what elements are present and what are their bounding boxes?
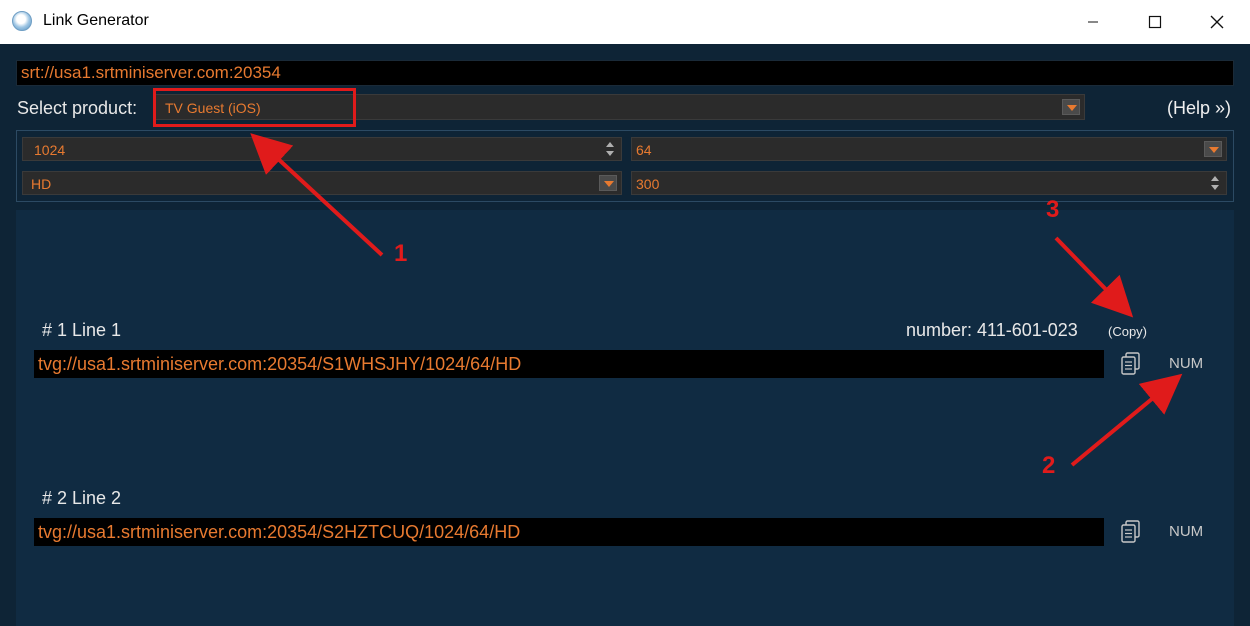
param-spinbox-2[interactable]: 300 — [631, 171, 1227, 195]
annotation-highlight-box — [153, 88, 356, 127]
minimize-button[interactable] — [1062, 0, 1124, 44]
annotation-number-3: 3 — [1046, 196, 1060, 223]
chevron-down-icon[interactable] — [1062, 99, 1080, 115]
copy-icon[interactable] — [1120, 352, 1142, 376]
line-1-url-field[interactable]: tvg://usa1.srtminiserver.com:20354/S1WHS… — [34, 350, 1104, 378]
maximize-button[interactable] — [1124, 0, 1186, 44]
annotation-number-1: 1 — [394, 240, 408, 267]
line-2-num-button[interactable]: NUM — [1169, 523, 1203, 540]
line-2-url-field[interactable]: tvg://usa1.srtminiserver.com:20354/S2HZT… — [34, 518, 1104, 546]
chevron-down-icon[interactable] — [599, 175, 617, 191]
links-panel — [16, 210, 1234, 626]
line-1-url: tvg://usa1.srtminiserver.com:20354/S1WHS… — [38, 354, 522, 374]
server-address-field[interactable]: srt://usa1.srtminiserver.com:20354 — [16, 60, 1234, 86]
bitrate-spinbox[interactable]: 1024 — [22, 137, 622, 161]
quality-select-value: HD — [31, 176, 52, 192]
spinner-arrows-icon[interactable] — [603, 140, 617, 158]
app-icon — [12, 11, 32, 31]
minimize-icon — [1088, 21, 1098, 23]
line-1-label: # 1 Line 1 — [42, 320, 122, 340]
annotation-number-2: 2 — [1042, 452, 1056, 479]
close-icon — [1210, 15, 1224, 29]
copy-icon[interactable] — [1120, 520, 1142, 544]
line-2-url: tvg://usa1.srtminiserver.com:20354/S2HZT… — [38, 522, 521, 542]
copy-number-link[interactable]: (Copy) — [1108, 324, 1147, 339]
line-1-number: number: 411-601-023 — [906, 320, 1078, 340]
spinner-arrows-icon[interactable] — [1208, 174, 1222, 192]
main-area: srt://usa1.srtminiserver.com:20354 Selec… — [0, 44, 1250, 626]
bitrate-value: 1024 — [34, 142, 66, 158]
select-product-label: Select product: — [17, 98, 138, 118]
line-1-num-button[interactable]: NUM — [1169, 355, 1203, 372]
param-spinbox-2-value: 300 — [636, 176, 660, 192]
line-2-label: # 2 Line 2 — [42, 488, 122, 508]
chevron-down-icon[interactable] — [1204, 141, 1222, 157]
param-select-1[interactable]: 64 — [631, 137, 1227, 161]
server-address-text: srt://usa1.srtminiserver.com:20354 — [21, 63, 281, 82]
quality-select[interactable]: HD — [22, 171, 622, 195]
window-title: Link Generator — [43, 12, 149, 29]
params-panel: 1024 64 HD 300 — [16, 130, 1234, 202]
close-button[interactable] — [1186, 0, 1248, 44]
title-bar: Link Generator — [0, 0, 1250, 44]
param-select-1-value: 64 — [636, 142, 652, 158]
help-link[interactable]: (Help ») — [1167, 98, 1231, 119]
maximize-icon — [1148, 15, 1162, 29]
